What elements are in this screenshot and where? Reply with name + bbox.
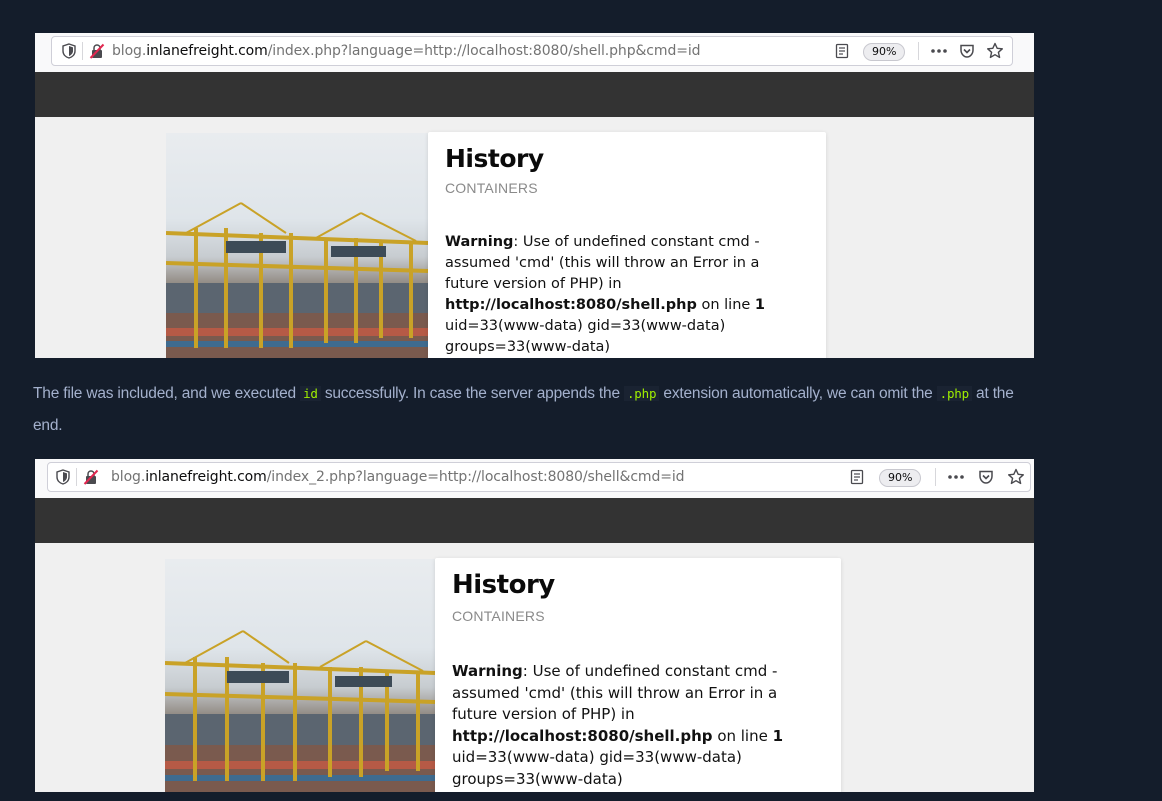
- reader-view-icon[interactable]: [833, 42, 851, 60]
- blog-card: History CONTAINERS Warning: Use of undef…: [428, 132, 826, 358]
- site-navbar: [35, 72, 1034, 117]
- insecure-connection-icon[interactable]: [88, 42, 106, 60]
- address-bar-separator: [76, 468, 77, 486]
- card-title: History: [452, 570, 555, 600]
- pocket-icon[interactable]: [977, 468, 995, 486]
- explanation-paragraph: The file was included, and we executed i…: [33, 385, 1014, 434]
- toolbar-separator: [918, 42, 919, 60]
- card-subtitle: CONTAINERS: [445, 180, 538, 196]
- reader-view-icon[interactable]: [848, 468, 866, 486]
- php-output: Warning: Use of undefined constant cmd -…: [452, 661, 822, 790]
- bookmark-star-icon[interactable]: [1007, 468, 1025, 486]
- inline-code: .php: [936, 386, 972, 401]
- card-title: History: [445, 144, 544, 173]
- browser-screenshot-2: blog.inlanefreight.com/index_2.php?langu…: [35, 459, 1034, 792]
- browser-screenshot-1: blog.inlanefreight.com/index.php?languag…: [35, 33, 1034, 358]
- zoom-level-badge[interactable]: 90%: [879, 469, 922, 487]
- included-file: http://localhost:8080/shell.php: [445, 297, 697, 313]
- url-text[interactable]: blog.inlanefreight.com/index_2.php?langu…: [111, 469, 685, 485]
- warning-label: Warning: [452, 662, 523, 680]
- included-file: http://localhost:8080/shell.php: [452, 726, 713, 745]
- browser-toolbar: blog.inlanefreight.com/index.php?languag…: [35, 33, 1034, 72]
- site-navbar: [35, 498, 1034, 543]
- url-text[interactable]: blog.inlanefreight.com/index.php?languag…: [112, 43, 701, 59]
- pocket-icon[interactable]: [958, 42, 976, 60]
- blog-card: History CONTAINERS Warning: Use of undef…: [435, 558, 841, 792]
- shield-icon[interactable]: [54, 468, 72, 486]
- inline-code: .php: [623, 386, 660, 401]
- container-port-photo: [166, 133, 428, 358]
- container-port-photo: [165, 559, 435, 792]
- address-bar[interactable]: blog.inlanefreight.com/index.php?languag…: [51, 36, 1013, 66]
- command-output: uid=33(www-data) gid=33(www-data): [452, 748, 742, 766]
- zoom-level-badge[interactable]: 90%: [863, 43, 906, 61]
- shield-icon[interactable]: [60, 42, 78, 60]
- address-bar[interactable]: blog.inlanefreight.com/index_2.php?langu…: [47, 462, 1031, 492]
- inline-code: id: [300, 386, 321, 401]
- warning-label: Warning: [445, 234, 514, 250]
- more-actions-icon[interactable]: [947, 468, 965, 486]
- browser-toolbar: blog.inlanefreight.com/index_2.php?langu…: [35, 459, 1034, 498]
- php-output: Warning: Use of undefined constant cmd -…: [445, 232, 815, 358]
- bookmark-star-icon[interactable]: [986, 42, 1004, 60]
- toolbar-separator: [935, 468, 936, 486]
- card-subtitle: CONTAINERS: [452, 608, 545, 624]
- more-actions-icon[interactable]: [930, 42, 948, 60]
- insecure-connection-icon[interactable]: [82, 468, 100, 486]
- address-bar-separator: [82, 42, 83, 60]
- command-output: uid=33(www-data) gid=33(www-data): [445, 318, 726, 334]
